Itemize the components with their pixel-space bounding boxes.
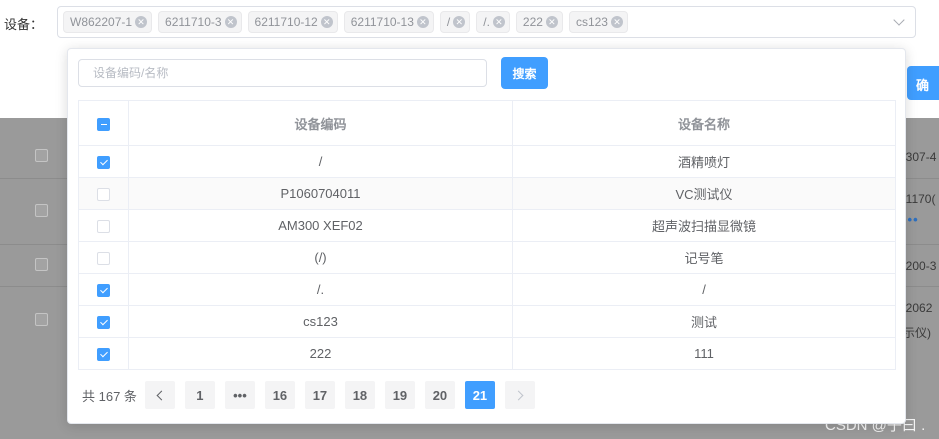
cell-device-name: 测试 [512,305,896,338]
cell-device-name: 111 [512,337,896,370]
cell-device-name: 超声波扫描显微镜 [512,209,896,242]
selected-tag: 6211710-3 ✕ [158,11,242,33]
chevron-right-icon [513,390,524,400]
table-row[interactable]: 222 111 [78,337,896,370]
table-header-row: 设备编码 设备名称 [78,100,896,146]
pagination: 共 167 条 1 ••• 16 17 18 19 20 21 [82,381,545,409]
page-number-button[interactable]: 1 [184,381,215,409]
cell-device-code: P1060704011 [128,177,513,210]
row-check-cell [78,209,129,242]
table-row[interactable]: P1060704011 VC测试仪 [78,177,896,210]
row-check-cell [78,145,129,178]
table-row[interactable]: cs123 测试 [78,305,896,338]
close-icon[interactable]: ✕ [545,16,558,28]
page-list: 1 ••• 16 17 18 19 20 21 [184,381,505,409]
page-number-button[interactable]: 20 [424,381,455,409]
close-icon[interactable]: ✕ [224,16,237,28]
page-number-button[interactable]: 19 [384,381,415,409]
select-all-checkbox[interactable] [97,117,110,131]
table-row[interactable]: AM300 XEF02 超声波扫描显微镜 [78,209,896,242]
cell-device-code: (/) [128,241,513,274]
page-number-button[interactable]: 16 [264,381,295,409]
bg-row-checkbox[interactable] [35,258,48,271]
selected-tag: cs123 ✕ [568,11,628,33]
row-checkbox[interactable] [97,284,110,298]
row-check-cell [78,177,129,210]
bg-row-checkbox[interactable] [35,204,48,217]
next-page-button[interactable] [504,381,535,409]
selected-tag: W862207-1 ✕ [63,11,153,33]
close-icon[interactable]: ✕ [135,16,148,28]
row-check-cell [78,337,129,370]
table-row[interactable]: (/) 记号笔 [78,241,896,274]
cell-device-code: cs123 [128,305,513,338]
row-check-cell [78,273,129,306]
close-icon[interactable]: ✕ [416,16,429,28]
device-table: 设备编码 设备名称 / 酒精喷灯 P1060704011 VC测试仪 AM300 XEF… [78,100,896,370]
selected-tag: 222 ✕ [515,11,563,33]
table-row[interactable]: /. / [78,273,896,306]
tag-label: /. [483,15,490,29]
page-number-button[interactable]: 21 [464,381,495,409]
row-checkbox[interactable] [97,316,110,330]
selected-tag: /. ✕ [476,11,510,33]
prev-page-button[interactable] [144,381,175,409]
row-check-cell [78,241,129,274]
selected-tag: / ✕ [439,11,471,33]
device-field-label: 设备： [4,17,44,32]
row-checkbox[interactable] [97,188,110,202]
device-picker-popover: 搜索 设备编码 设备名称 /酒精喷灯P1060704011VC测试仪AM300 … [67,48,906,424]
cell-device-code: /. [128,273,513,306]
bg-row-checkbox[interactable] [35,313,48,326]
tag-label: 6211710-12 [254,15,318,29]
cell-device-name: / [512,273,896,306]
column-header-code: 设备编码 [128,100,513,146]
page-number-button[interactable]: 17 [304,381,335,409]
cell-device-code: 222 [128,337,513,370]
tag-label: 222 [522,15,543,29]
row-checkbox[interactable] [97,156,110,170]
bg-device-name-fragment: 示仪) [903,326,931,340]
row-check-cell [78,305,129,338]
tag-label: W862207-1 [70,15,133,29]
cell-device-name: 记号笔 [512,241,896,274]
close-icon[interactable]: ✕ [453,16,466,28]
cell-device-name: 酒精喷灯 [512,145,896,178]
page-ellipsis-button[interactable]: ••• [224,381,255,409]
row-checkbox[interactable] [97,220,110,234]
column-header-name: 设备名称 [512,100,896,146]
cell-device-code: AM300 XEF02 [128,209,513,242]
selected-tag: 6211710-12 ✕ [247,11,338,33]
device-multi-select[interactable]: W862207-1 ✕ 6211710-3 ✕ 6211710-12 ✕ 621171… [57,6,916,38]
cell-device-code: / [128,145,513,178]
table-row[interactable]: / 酒精喷灯 [78,145,896,178]
page-number-button[interactable]: 18 [344,381,375,409]
close-icon[interactable]: ✕ [492,16,505,28]
search-button[interactable]: 搜索 [501,57,548,89]
confirm-button[interactable]: 确 定 [907,66,939,100]
cell-device-name: VC测试仪 [512,177,896,210]
row-checkbox[interactable] [97,348,110,362]
search-input[interactable] [78,59,487,87]
bg-row-checkbox[interactable] [35,149,48,162]
tag-label: 6211710-3 [165,15,222,29]
close-icon[interactable]: ✕ [610,16,623,28]
tag-label: 6211710-13 [350,15,414,29]
row-checkbox[interactable] [97,252,110,266]
chevron-down-icon[interactable] [893,14,905,26]
tag-label: / [446,15,451,29]
close-icon[interactable]: ✕ [320,16,333,28]
chevron-left-icon [156,390,167,400]
select-all-cell [78,100,129,146]
tag-label: cs123 [575,15,608,29]
selected-tag: 6211710-13 ✕ [343,11,434,33]
total-count: 共 167 条 [82,388,137,404]
